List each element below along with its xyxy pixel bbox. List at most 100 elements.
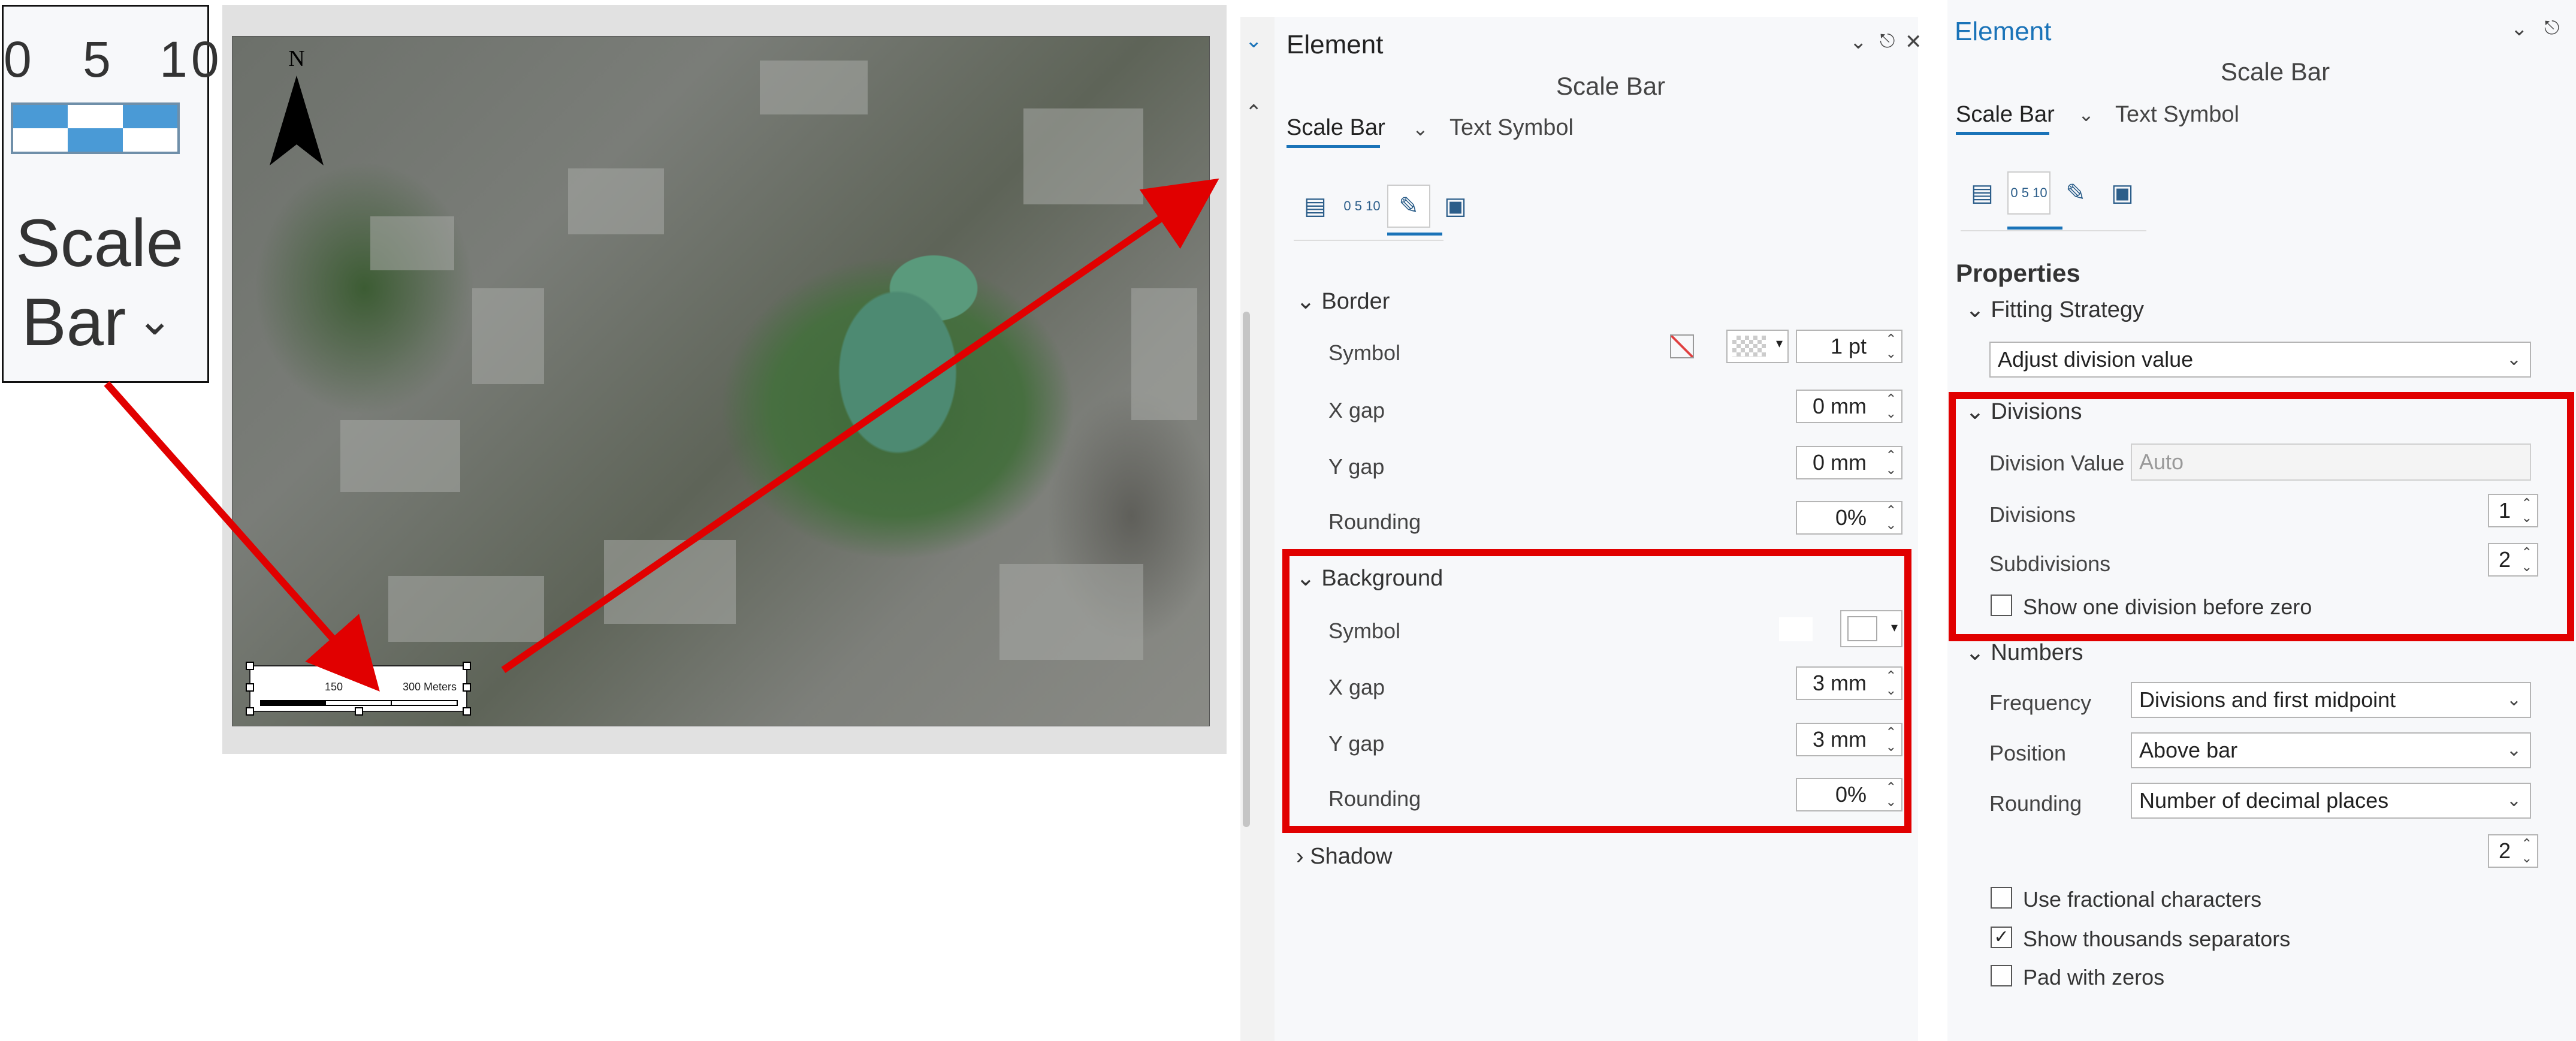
close-icon[interactable]: ✕ [1905, 30, 1922, 54]
scalebar-label-mid: 150 [325, 681, 343, 693]
stepper-arrows-icon[interactable]: ⌃ ⌄ [1886, 392, 1896, 421]
aerial-map-frame[interactable] [232, 36, 1210, 726]
decimal-places-stepper[interactable]: 2 ⌃ ⌄ [2488, 834, 2538, 868]
use-fractional-label: Use fractional characters [2023, 887, 2262, 912]
chevron-down-icon[interactable]: ⌄ [1245, 29, 1263, 53]
resize-handle[interactable] [355, 662, 363, 670]
chevron-down-icon[interactable]: ⌄ [1412, 117, 1429, 140]
pane-title: Element [1287, 30, 1384, 59]
divisions-value: 1 [2498, 498, 2511, 523]
chevron-down-icon: ⌄ [1965, 399, 1991, 424]
pin-icon[interactable]: ⎋ [2544, 17, 2559, 40]
border-width-stepper[interactable]: 1 pt ⌃ ⌄ [1796, 330, 1902, 363]
chevron-down-icon: ⌄ [2506, 690, 2521, 710]
subdivisions-label: Subdivisions [1989, 551, 2111, 576]
tick-label-0: 0 [4, 31, 35, 87]
options-icon[interactable]: ▤ [1961, 171, 2004, 215]
stepper-arrows-icon[interactable]: ⌃ ⌄ [2521, 496, 2532, 525]
placement-icon[interactable]: ▣ [1434, 185, 1477, 228]
border-symbol-label: Symbol [1328, 340, 1401, 365]
stepper-arrows-icon[interactable]: ⌃ ⌄ [1886, 725, 1896, 754]
background-symbol-picker[interactable]: ▾ [1840, 610, 1902, 647]
fitting-strategy-header[interactable]: ⌄ Fitting Strategy [1965, 296, 2144, 323]
scalebar-bar [260, 700, 458, 706]
active-icon-indicator [1387, 233, 1442, 236]
north-arrow-icon[interactable]: N [264, 46, 330, 177]
rounding-select[interactable]: Number of decimal places ⌄ [2131, 783, 2531, 819]
resize-handle[interactable] [463, 662, 471, 670]
active-tab-indicator [1956, 132, 2049, 135]
resize-handle[interactable] [463, 707, 471, 716]
tab-text-symbol[interactable]: Text Symbol [1449, 115, 1574, 141]
ribbon-label-line1: Scale [16, 206, 184, 280]
pin-icon[interactable]: ⎋ [1880, 30, 1895, 53]
divisions-header[interactable]: ⌄ Divisions [1965, 398, 2082, 425]
border-xgap-value: 0 mm [1813, 394, 1867, 418]
divisions-stepper[interactable]: 1 ⌃ ⌄ [2488, 494, 2538, 527]
dropdown-caret-icon: ▾ [1891, 620, 1898, 635]
chevron-down-icon[interactable]: ⌄ [1850, 30, 1867, 54]
map-scalebar-element[interactable]: 150 300 Meters [246, 662, 471, 716]
stepper-arrows-icon[interactable]: ⌃ ⌄ [1886, 503, 1896, 532]
background-xgap-stepper[interactable]: 3 mm ⌃ ⌄ [1796, 666, 1902, 700]
use-fractional-checkbox[interactable] [1991, 887, 2012, 909]
chevron-down-icon[interactable]: ⌄ [2078, 103, 2094, 126]
background-symbol-label: Symbol [1328, 618, 1401, 643]
resize-handle[interactable] [246, 707, 254, 716]
active-icon-indicator [2007, 227, 2062, 230]
tab-scale-bar[interactable]: Scale Bar [1956, 102, 2055, 128]
frequency-select[interactable]: Divisions and first midpoint ⌄ [2131, 682, 2531, 718]
border-rounding-stepper[interactable]: 0% ⌃ ⌄ [1796, 501, 1902, 535]
frequency-value: Divisions and first midpoint [2139, 687, 2396, 712]
position-label: Position [1989, 741, 2067, 765]
fitting-strategy-select[interactable]: Adjust division value ⌄ [1989, 342, 2531, 378]
resize-handle[interactable] [355, 707, 363, 716]
options-icon[interactable]: ▤ [1294, 185, 1337, 228]
show-thousands-checkbox[interactable]: ✓ [1991, 927, 2012, 948]
show-one-division-checkbox[interactable] [1991, 595, 2012, 616]
border-ygap-label: Y gap [1328, 454, 1385, 479]
subdivisions-stepper[interactable]: 2 ⌃ ⌄ [2488, 543, 2538, 577]
active-tab-indicator [1287, 145, 1380, 148]
scalebar-properties-icon[interactable]: 0 5 10 [1340, 185, 1384, 228]
position-select[interactable]: Above bar ⌄ [2131, 732, 2531, 768]
tick-label-5: 5 [83, 31, 114, 87]
border-xgap-stepper[interactable]: 0 mm ⌃ ⌄ [1796, 390, 1902, 423]
border-symbol-picker[interactable]: ▾ [1726, 330, 1789, 363]
pad-zeros-checkbox[interactable] [1991, 965, 2012, 986]
show-one-division-label: Show one division before zero [2023, 595, 2312, 619]
border-ygap-stepper[interactable]: 0 mm ⌃ ⌄ [1796, 446, 1902, 479]
scrollbar-thumb[interactable] [1243, 312, 1250, 827]
tab-text-symbol[interactable]: Text Symbol [2115, 102, 2239, 128]
division-value-input[interactable]: Auto [2131, 443, 2531, 481]
chevron-down-icon[interactable]: ⌄ [137, 294, 173, 345]
background-ygap-stepper[interactable]: 3 mm ⌃ ⌄ [1796, 723, 1902, 756]
chevron-down-icon[interactable]: ⌄ [2511, 17, 2528, 41]
display-brush-icon[interactable]: ✎ [1387, 185, 1430, 228]
background-ygap-label: Y gap [1328, 731, 1385, 756]
chevron-down-icon: ⌄ [2506, 790, 2521, 810]
chevron-up-icon[interactable]: ⌃ [1245, 101, 1263, 125]
background-rounding-stepper[interactable]: 0% ⌃ ⌄ [1796, 778, 1902, 811]
stepper-arrows-icon[interactable]: ⌃ ⌄ [1886, 332, 1896, 361]
placement-icon[interactable]: ▣ [2101, 171, 2144, 215]
tab-scale-bar[interactable]: Scale Bar [1287, 115, 1385, 141]
stepper-arrows-icon[interactable]: ⌃ ⌄ [1886, 448, 1896, 477]
border-header[interactable]: ⌄ Border [1296, 288, 1390, 315]
shadow-header[interactable]: › Shadow [1296, 844, 1393, 870]
background-rounding-value: 0% [1835, 782, 1867, 807]
stepper-arrows-icon[interactable]: ⌃ ⌄ [2521, 837, 2532, 865]
scalebar-properties-icon[interactable]: 0 5 10 [2007, 171, 2050, 215]
resize-handle[interactable] [463, 683, 471, 692]
stepper-arrows-icon[interactable]: ⌃ ⌄ [1886, 669, 1896, 698]
ribbon-scalebar-button-zoom[interactable]: 0 5 10 Scale Bar ⌄ [2, 5, 219, 383]
numbers-header[interactable]: ⌄ Numbers [1965, 639, 2083, 666]
no-color-icon[interactable] [1670, 334, 1694, 358]
resize-handle[interactable] [246, 683, 254, 692]
background-color-swatch[interactable] [1779, 617, 1813, 641]
background-header[interactable]: ⌄ Background [1296, 565, 1443, 592]
resize-handle[interactable] [246, 662, 254, 670]
display-brush-icon[interactable]: ✎ [2054, 171, 2097, 215]
stepper-arrows-icon[interactable]: ⌃ ⌄ [1886, 780, 1896, 809]
stepper-arrows-icon[interactable]: ⌃ ⌄ [2521, 545, 2532, 574]
